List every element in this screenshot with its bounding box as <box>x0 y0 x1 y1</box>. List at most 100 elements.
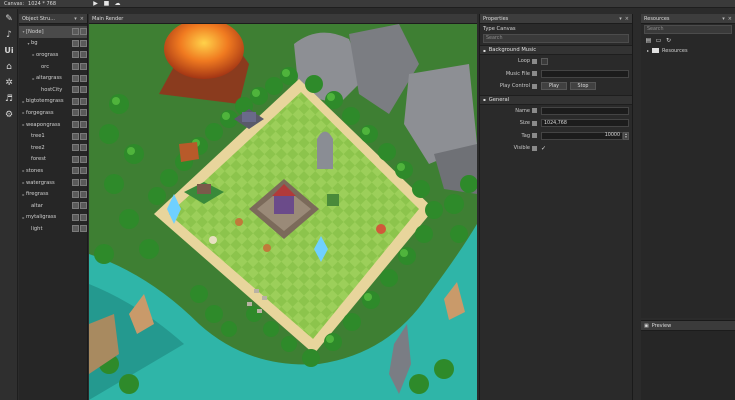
loop-checkbox[interactable] <box>541 57 548 65</box>
play-button[interactable]: Play <box>541 82 567 91</box>
tree-row[interactable]: ▸ stones <box>19 165 87 177</box>
property-search-input[interactable]: Search <box>483 34 629 43</box>
visibility-toggle[interactable] <box>72 51 79 59</box>
refresh-icon[interactable]: ↻ <box>665 37 672 44</box>
visibility-toggle[interactable] <box>72 179 79 187</box>
lock-toggle[interactable] <box>80 155 87 163</box>
lock-toggle[interactable] <box>80 202 87 210</box>
lock-toggle[interactable] <box>80 132 87 140</box>
object-structure-title: Object Stru... <box>22 15 56 22</box>
visibility-toggle[interactable] <box>72 190 79 198</box>
tree-row[interactable]: ▸ watergrass <box>19 177 87 189</box>
tree-row[interactable]: ▾ bg <box>19 38 87 50</box>
tree-row[interactable]: ▾ [Node] <box>19 26 87 38</box>
tree-row-label: mytaligrass <box>26 214 57 221</box>
canvas-size-label: Canvas: <box>4 0 25 7</box>
lock-toggle[interactable] <box>80 63 87 71</box>
tree-row[interactable]: light <box>19 223 87 235</box>
pin-icon[interactable]: ▾ <box>619 16 622 22</box>
pin-icon <box>532 71 537 77</box>
lock-toggle[interactable] <box>80 39 87 47</box>
tree-row[interactable]: ▸ bigtotemgrass <box>19 96 87 108</box>
pin-icon <box>532 120 537 126</box>
lock-toggle[interactable] <box>80 213 87 221</box>
layers-tool-icon[interactable]: ♬ <box>2 92 16 105</box>
lock-toggle[interactable] <box>80 179 87 187</box>
lock-toggle[interactable] <box>80 28 87 36</box>
tree-row-label: altargrass <box>36 75 62 82</box>
lock-toggle[interactable] <box>80 190 87 198</box>
music-file-field[interactable] <box>541 69 629 78</box>
canvas-size-value[interactable]: 1024 * 768 <box>28 1 56 7</box>
tree-row[interactable]: tree1 <box>19 130 87 142</box>
tree-row[interactable]: tree2 <box>19 142 87 154</box>
lock-toggle[interactable] <box>80 144 87 152</box>
visibility-toggle[interactable] <box>72 86 79 94</box>
select-tool-icon[interactable]: ✎ <box>2 12 16 25</box>
lock-toggle[interactable] <box>80 225 87 233</box>
tree-row[interactable]: ▸ altargrass <box>19 72 87 84</box>
background-music-title: Background Music <box>488 47 537 53</box>
tree-row[interactable]: ▸ forgegrass <box>19 107 87 119</box>
new-file-icon[interactable]: ▤ <box>645 37 652 44</box>
cloud-upload-icon[interactable]: ☁ <box>114 0 121 7</box>
size-field[interactable]: 1024,768 <box>541 119 629 128</box>
lock-toggle[interactable] <box>80 74 87 82</box>
object-structure-header: Object Stru... ▾ × <box>19 14 87 24</box>
size-label: Size <box>519 120 530 127</box>
visibility-toggle[interactable] <box>72 225 79 233</box>
visibility-toggle[interactable] <box>72 74 79 82</box>
tree-row[interactable]: ▸ mytaligrass <box>19 212 87 224</box>
tree-row[interactable]: ▸ firegrass <box>19 188 87 200</box>
stop-icon[interactable]: ■ <box>103 0 110 7</box>
tree-row[interactable]: hostCity <box>19 84 87 96</box>
tag-stepper[interactable]: ▴ ▾ <box>623 131 629 140</box>
render-viewport[interactable] <box>89 24 477 400</box>
pin-icon[interactable]: ▾ <box>722 16 725 22</box>
visibility-toggle[interactable] <box>72 97 79 105</box>
play-icon[interactable]: ▶ <box>92 0 99 7</box>
close-icon[interactable]: × <box>80 16 84 22</box>
visibility-toggle[interactable] <box>72 39 79 47</box>
lock-toggle[interactable] <box>80 51 87 59</box>
brush-tool-icon[interactable]: ♪ <box>2 28 16 41</box>
sound-tool-icon[interactable]: ⚙ <box>2 108 16 121</box>
visibility-toggle[interactable] <box>72 121 79 129</box>
lock-toggle[interactable] <box>80 167 87 175</box>
general-section[interactable]: ▪ General <box>480 94 632 105</box>
resource-search-input[interactable]: Search <box>644 25 732 34</box>
tree-row[interactable]: ▸ weapongrass <box>19 119 87 131</box>
tree-row[interactable]: orc <box>19 61 87 73</box>
visibility-toggle[interactable] <box>72 202 79 210</box>
lock-toggle[interactable] <box>80 121 87 129</box>
build-tool-icon[interactable]: ⌂ <box>2 60 16 73</box>
visibility-toggle[interactable] <box>72 28 79 36</box>
tree-row[interactable]: forest <box>19 154 87 166</box>
visibility-toggle[interactable] <box>72 144 79 152</box>
visibility-toggle[interactable] <box>72 109 79 117</box>
visibility-toggle[interactable] <box>72 167 79 175</box>
close-icon[interactable]: × <box>625 16 629 22</box>
new-folder-icon[interactable]: ▭ <box>655 37 662 44</box>
background-music-section[interactable]: ▪ Background Music <box>480 45 632 55</box>
lock-toggle[interactable] <box>80 86 87 94</box>
particle-tool-icon[interactable]: ✲ <box>2 76 16 89</box>
lock-toggle[interactable] <box>80 97 87 105</box>
lock-toggle[interactable] <box>80 109 87 117</box>
visible-checkbox[interactable]: ✓ <box>541 145 546 152</box>
visibility-toggle[interactable] <box>72 155 79 163</box>
tree-row[interactable]: ▸ orograss <box>19 49 87 61</box>
tag-field[interactable]: 10000 <box>541 131 623 140</box>
preview-title: Preview <box>651 322 672 329</box>
visibility-toggle[interactable] <box>72 132 79 140</box>
tree-row-label: orc <box>41 63 50 70</box>
visibility-toggle[interactable] <box>72 63 79 71</box>
tree-row[interactable]: altar <box>19 200 87 212</box>
visibility-toggle[interactable] <box>72 213 79 221</box>
ui-tool-icon[interactable]: Ui <box>2 44 16 57</box>
name-field[interactable] <box>541 106 629 115</box>
close-icon[interactable]: × <box>728 16 732 22</box>
pin-icon[interactable]: ▾ <box>74 16 77 22</box>
stop-button[interactable]: Stop <box>570 82 596 91</box>
resource-root-item[interactable]: ▸ Resources <box>641 46 735 55</box>
